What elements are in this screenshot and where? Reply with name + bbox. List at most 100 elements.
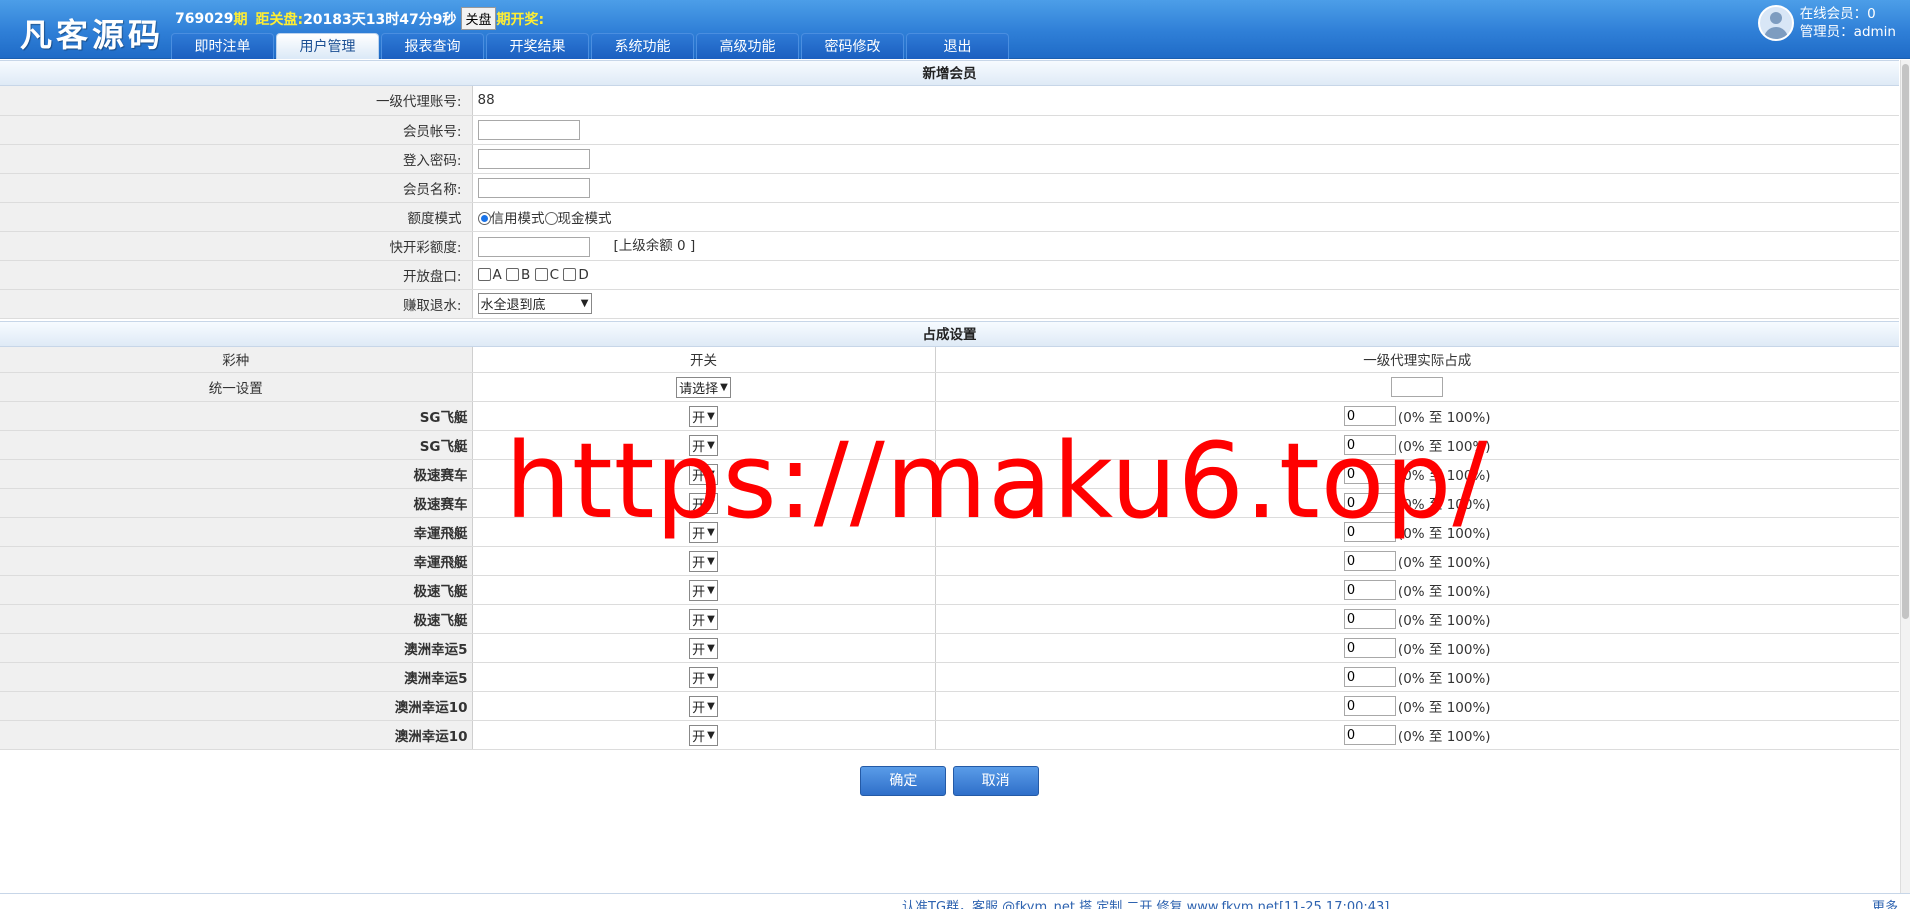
cash-mode-radio[interactable] bbox=[544, 211, 558, 225]
password-label: 登入密码: bbox=[0, 144, 473, 174]
account-input[interactable] bbox=[477, 119, 580, 140]
switch-select[interactable]: 开 ▼ bbox=[689, 405, 718, 427]
plate-b-checkbox[interactable] bbox=[506, 267, 520, 281]
share-range-text: (0% 至 100%) bbox=[1397, 555, 1491, 571]
share-range-text: (0% 至 100%) bbox=[1397, 410, 1491, 426]
close-market-button[interactable]: 关盘 bbox=[461, 7, 496, 30]
switch-select[interactable]: 开 ▼ bbox=[689, 550, 718, 572]
switch-select[interactable]: 开 ▼ bbox=[689, 434, 718, 456]
plate-c-label: C bbox=[549, 266, 560, 283]
plate-d-checkbox[interactable] bbox=[563, 267, 577, 281]
share-percent-input[interactable] bbox=[1343, 464, 1396, 484]
credit-mode-radio[interactable] bbox=[477, 211, 491, 225]
game-name: 极速赛车 bbox=[0, 488, 473, 518]
share-percent-input[interactable] bbox=[1343, 522, 1396, 542]
nav-tab-system[interactable]: 系统功能 bbox=[591, 33, 694, 59]
unify-switch-select[interactable]: 请选择 ▼ bbox=[676, 376, 731, 398]
share-percent-input[interactable] bbox=[1343, 609, 1396, 629]
game-rows: SG飞艇开▼(0% 至 100%)SG飞艇开▼(0% 至 100%)极速赛车开▼… bbox=[0, 401, 1899, 750]
chevron-down-icon: ▼ bbox=[707, 439, 715, 451]
nav-tab-draw-results[interactable]: 开奖结果 bbox=[486, 33, 589, 59]
share-percent-input[interactable] bbox=[1343, 493, 1396, 513]
table-row: 幸運飛艇 开▼ (0% 至 100%) bbox=[0, 517, 1899, 547]
main-content: 新增会员 一级代理账号: 88 会员帐号: 登入密码: 会员名称: 额度模式 信… bbox=[0, 60, 1899, 796]
rebate-select-value: 水全退到底 bbox=[480, 298, 546, 313]
chevron-down-icon: ▼ bbox=[707, 526, 715, 538]
switch-select-value: 开 bbox=[692, 497, 706, 513]
scrollbar-thumb[interactable] bbox=[1902, 64, 1909, 619]
rebate-select[interactable]: 水全退到底 ▼ bbox=[477, 293, 592, 314]
game-name: 幸運飛艇 bbox=[0, 517, 473, 547]
unify-select-value: 请选择 bbox=[679, 381, 719, 397]
switch-select-value: 开 bbox=[692, 526, 706, 542]
member-name-input[interactable] bbox=[477, 177, 590, 198]
game-name: 幸運飛艇 bbox=[0, 546, 473, 576]
table-row: SG飞艇 开▼ (0% 至 100%) bbox=[0, 430, 1899, 460]
share-percent-input[interactable] bbox=[1343, 696, 1396, 716]
game-name: 澳洲幸运10 bbox=[0, 720, 473, 750]
switch-select-value: 开 bbox=[692, 410, 706, 426]
agent-label: 一级代理账号: bbox=[0, 86, 473, 116]
unify-label: 统一设置 bbox=[0, 372, 473, 402]
switch-select[interactable]: 开 ▼ bbox=[689, 666, 718, 688]
switch-select[interactable]: 开 ▼ bbox=[689, 608, 718, 630]
share-range-text: (0% 至 100%) bbox=[1397, 526, 1491, 542]
user-info: 在线会员：0 管理员：admin bbox=[1757, 5, 1896, 41]
game-name: 极速赛车 bbox=[0, 459, 473, 489]
table-row: 澳洲幸运10 开▼ (0% 至 100%) bbox=[0, 691, 1899, 721]
quota-input[interactable] bbox=[477, 236, 590, 257]
switch-select-value: 开 bbox=[692, 555, 706, 571]
share-range-text: (0% 至 100%) bbox=[1397, 584, 1491, 600]
switch-select[interactable]: 开 ▼ bbox=[689, 492, 718, 514]
share-percent-input[interactable] bbox=[1343, 725, 1396, 745]
mode-label: 额度模式 bbox=[0, 202, 473, 232]
switch-select[interactable]: 开 ▼ bbox=[689, 463, 718, 485]
period-number: 769029 bbox=[175, 10, 234, 27]
nav-tab-logout[interactable]: 退出 bbox=[906, 33, 1009, 59]
switch-select[interactable]: 开 ▼ bbox=[689, 637, 718, 659]
switch-select[interactable]: 开 ▼ bbox=[689, 579, 718, 601]
nav-tab-user-management[interactable]: 用户管理 bbox=[276, 33, 379, 59]
plate-label: 开放盘口: bbox=[0, 260, 473, 290]
switch-select[interactable]: 开 ▼ bbox=[689, 521, 718, 543]
share-percent-input[interactable] bbox=[1343, 406, 1396, 426]
chevron-down-icon: ▼ bbox=[580, 298, 589, 309]
nav-tab-live-bets[interactable]: 即时注单 bbox=[171, 33, 274, 59]
nav-tab-advanced[interactable]: 高级功能 bbox=[696, 33, 799, 59]
agent-value: 88 bbox=[472, 86, 1899, 116]
share-percent-input[interactable] bbox=[1343, 638, 1396, 658]
cancel-button[interactable]: 取消 bbox=[952, 766, 1039, 796]
nav-tab-reports[interactable]: 报表查询 bbox=[381, 33, 484, 59]
table-row: 澳洲幸运5 开▼ (0% 至 100%) bbox=[0, 633, 1899, 663]
share-range-text: (0% 至 100%) bbox=[1397, 729, 1491, 745]
footer-notice: 认准TG群，客服 @fkym_net 搭 定制 二开 修复 www.fkym.n… bbox=[902, 900, 1390, 909]
switch-select[interactable]: 开 ▼ bbox=[689, 724, 718, 746]
chevron-down-icon: ▼ bbox=[707, 729, 715, 741]
draw-label: 期开奖: bbox=[496, 11, 545, 28]
footer-bar: 认准TG群，客服 @fkym_net 搭 定制 二开 修复 www.fkym.n… bbox=[0, 893, 1910, 909]
unify-share-input[interactable] bbox=[1391, 377, 1444, 397]
nav-tab-password[interactable]: 密码修改 bbox=[801, 33, 904, 59]
share-percent-input[interactable] bbox=[1343, 580, 1396, 600]
game-name: 澳洲幸运10 bbox=[0, 691, 473, 721]
online-members: 在线会员：0 bbox=[1799, 6, 1876, 22]
period-status: 769029 期 距关盘: 20183天13时47分9秒 关盘 期开奖: bbox=[175, 7, 544, 30]
account-label: 会员帐号: bbox=[0, 115, 473, 145]
table-row: 澳洲幸运5 开▼ (0% 至 100%) bbox=[0, 662, 1899, 692]
avatar-icon bbox=[1757, 5, 1794, 41]
password-input[interactable] bbox=[477, 148, 590, 169]
col-game-header: 彩种 bbox=[0, 346, 473, 373]
share-range-text: (0% 至 100%) bbox=[1397, 642, 1491, 658]
confirm-button[interactable]: 确定 bbox=[860, 766, 947, 796]
share-percent-input[interactable] bbox=[1343, 435, 1396, 455]
share-percent-input[interactable] bbox=[1343, 551, 1396, 571]
footer-more-link[interactable]: 更多 bbox=[1872, 896, 1898, 909]
share-percent-input[interactable] bbox=[1343, 667, 1396, 687]
chevron-down-icon: ▼ bbox=[707, 613, 715, 625]
chevron-down-icon: ▼ bbox=[707, 671, 715, 683]
vertical-scrollbar[interactable] bbox=[1900, 60, 1910, 893]
plate-a-checkbox[interactable] bbox=[477, 267, 491, 281]
main-nav: 即时注单 用户管理 报表查询 开奖结果 系统功能 高级功能 密码修改 退出 bbox=[171, 33, 1009, 59]
plate-c-checkbox[interactable] bbox=[534, 267, 548, 281]
switch-select[interactable]: 开 ▼ bbox=[689, 695, 718, 717]
